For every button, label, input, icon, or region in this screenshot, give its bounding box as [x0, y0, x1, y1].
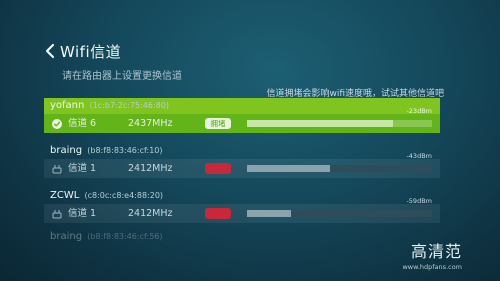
congestion-badge — [205, 208, 231, 219]
watermark-url: www.hdpfans.com — [402, 263, 462, 271]
signal-bar-fill — [247, 120, 394, 127]
network-name: ZCWL — [50, 190, 80, 201]
network-item-yofann[interactable]: yofann (1c:b7:2c:75:46:80) 信道 6 2437MHz … — [44, 98, 440, 133]
router-icon — [52, 209, 62, 218]
page-title: Wifi信道 — [60, 42, 122, 61]
signal-bar — [247, 165, 432, 172]
page-subtitle: 请在路由器上设置更换信道 — [62, 71, 182, 82]
signal-bar — [247, 210, 432, 217]
channel-label: 信道 1 — [68, 163, 97, 174]
back-arrow-icon[interactable] — [44, 43, 56, 59]
page-header: Wifi信道 — [44, 41, 121, 61]
signal-dbm: -59dBm — [406, 197, 432, 205]
network-mac: (b8:f8:83:46:cf:10) — [87, 146, 163, 155]
signal-bar-fill — [247, 210, 292, 217]
router-icon — [52, 164, 62, 173]
network-item-braing-2[interactable]: braing (b8:f8:83:46:cf:56) — [44, 229, 440, 245]
wifi-channel-screen: Wifi信道 请在路由器上设置更换信道 信道拥堵会影响wifi速度哦，试试其他信… — [0, 0, 500, 281]
network-item-braing[interactable]: braing (b8:f8:83:46:cf:10) 信道 1 2412MHz … — [44, 143, 440, 178]
network-mac: (c8:0c:c8:e4:88:20) — [84, 191, 164, 200]
network-name: braing — [50, 145, 83, 156]
channel-label: 信道 1 — [68, 208, 97, 219]
signal-dbm: -43dBm — [406, 152, 432, 160]
signal-bar — [247, 120, 432, 127]
check-circle-icon — [52, 118, 62, 129]
channel-label: 信道 6 — [68, 118, 97, 129]
congestion-badge: 拥堵 — [205, 118, 231, 129]
network-mac: (1c:b7:2c:75:46:80) — [89, 101, 169, 110]
network-name: yofann — [50, 100, 85, 111]
watermark: 高清范 www.hdpfans.com — [402, 238, 462, 271]
signal-bar-fill — [247, 165, 331, 172]
network-mac: (b8:f8:83:46:cf:56) — [87, 232, 163, 241]
frequency-label: 2412MHz — [128, 163, 173, 174]
watermark-logo: 高清范 — [410, 242, 462, 261]
network-list: yofann (1c:b7:2c:75:46:80) 信道 6 2437MHz … — [44, 98, 440, 245]
network-item-zcwl[interactable]: ZCWL (c8:0c:c8:e4:88:20) 信道 1 2412MHz -5… — [44, 188, 440, 223]
frequency-label: 2437MHz — [128, 118, 173, 129]
signal-dbm: -23dBm — [406, 107, 432, 115]
network-name: braing — [50, 231, 83, 242]
frequency-label: 2412MHz — [128, 208, 173, 219]
congestion-badge — [205, 163, 231, 174]
